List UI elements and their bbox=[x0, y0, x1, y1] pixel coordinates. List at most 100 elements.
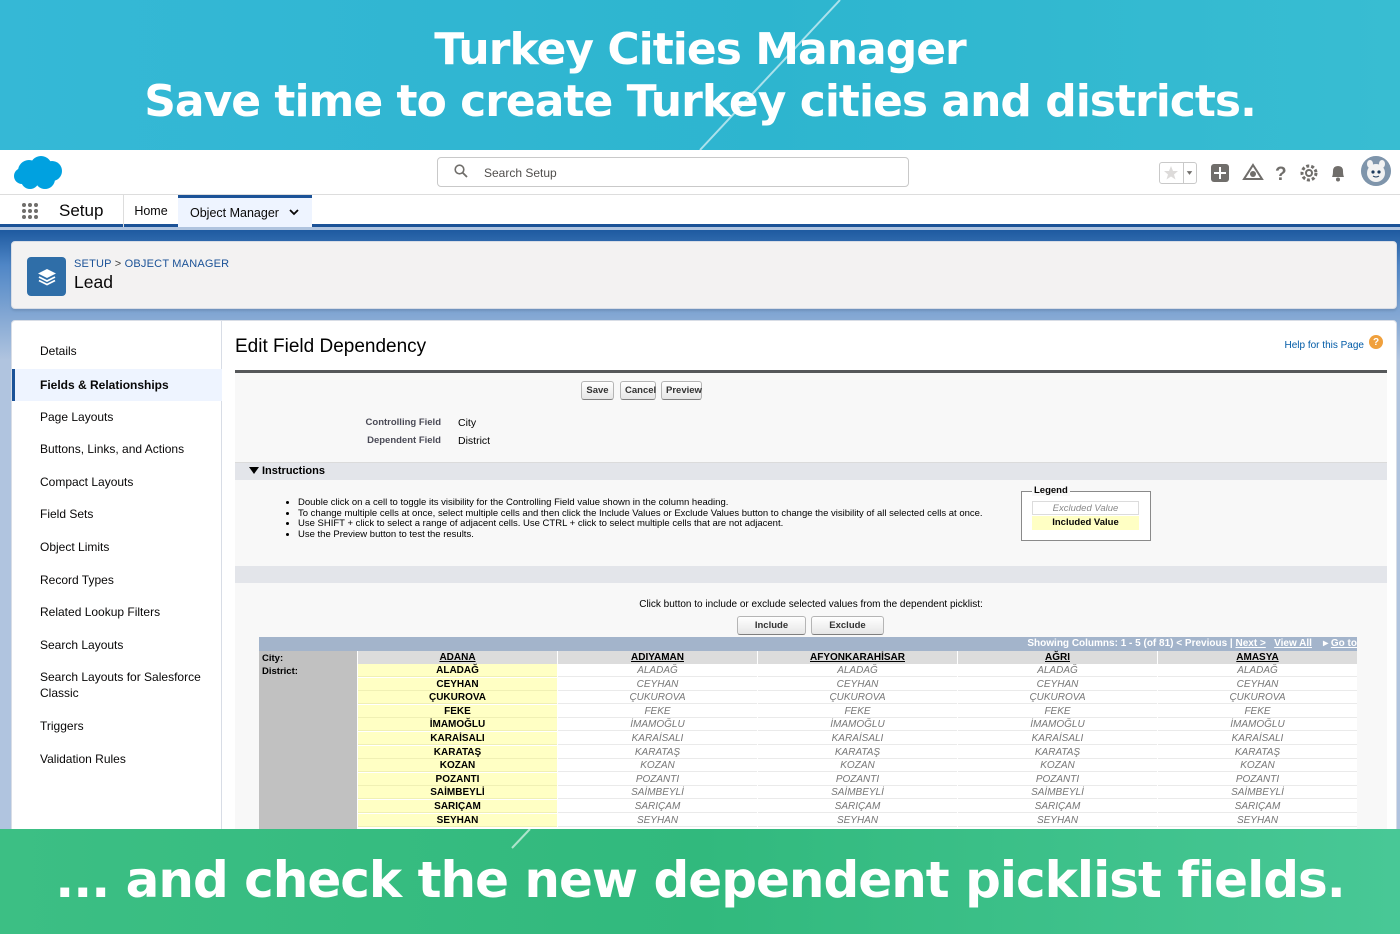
dependency-cell[interactable]: FEKE bbox=[358, 704, 557, 718]
dependency-cell[interactable]: ÇUKUROVA bbox=[558, 691, 757, 705]
pager-next[interactable]: Next > bbox=[1236, 638, 1266, 649]
dependency-cell[interactable]: SARIÇAM bbox=[358, 800, 557, 813]
tab-home[interactable]: Home bbox=[124, 195, 178, 227]
favorites-button[interactable] bbox=[1159, 162, 1197, 184]
dependency-cell[interactable]: CEYHAN bbox=[1158, 677, 1357, 691]
column-header-city[interactable]: ADIYAMAN bbox=[558, 651, 757, 664]
dependency-cell[interactable]: FEKE bbox=[758, 704, 957, 718]
dependency-cell[interactable]: KOZAN bbox=[558, 759, 757, 773]
preview-button[interactable]: Preview bbox=[661, 381, 702, 400]
sidebar-item-search-layouts[interactable]: Search Layouts bbox=[12, 637, 222, 653]
dependency-cell[interactable]: İMAMOĞLU bbox=[1158, 718, 1357, 732]
collapse-triangle-icon[interactable] bbox=[249, 467, 259, 474]
breadcrumb-object-manager[interactable]: OBJECT MANAGER bbox=[125, 258, 230, 270]
chevron-down-icon[interactable] bbox=[288, 206, 300, 218]
sidebar-item-field-sets[interactable]: Field Sets bbox=[12, 506, 222, 522]
dependency-cell[interactable]: SARIÇAM bbox=[758, 800, 957, 813]
dependency-cell[interactable]: SEYHAN bbox=[1158, 813, 1357, 827]
sidebar-item-search-layouts-classic[interactable]: Search Layouts for Salesforce Classic bbox=[12, 669, 202, 701]
dependency-cell[interactable]: KARATAŞ bbox=[958, 745, 1157, 759]
pager-go-to[interactable]: Go to bbox=[1331, 638, 1357, 649]
dependency-cell[interactable]: KARATAŞ bbox=[1158, 745, 1357, 759]
avatar[interactable] bbox=[1361, 156, 1391, 186]
search-input[interactable]: Search Setup bbox=[437, 157, 909, 187]
dependency-cell[interactable]: SAİMBEYLİ bbox=[758, 786, 957, 800]
dependency-cell[interactable]: SAİMBEYLİ bbox=[958, 786, 1157, 800]
dependency-cell[interactable]: KARAİSALI bbox=[1158, 732, 1357, 745]
column-header-city[interactable]: ADANA bbox=[358, 651, 557, 664]
dependency-cell[interactable]: SEYHAN bbox=[558, 813, 757, 827]
dependency-cell[interactable]: KARATAŞ bbox=[358, 745, 557, 759]
dependency-cell[interactable]: CEYHAN bbox=[958, 677, 1157, 691]
help-icon[interactable]: ? bbox=[1272, 162, 1288, 184]
sidebar-item-fields-relationships[interactable]: Fields & Relationships bbox=[12, 369, 222, 401]
sidebar-item-compact-layouts[interactable]: Compact Layouts bbox=[12, 474, 222, 490]
sidebar-item-page-layouts[interactable]: Page Layouts bbox=[12, 409, 222, 425]
sidebar-item-related-lookup-filters[interactable]: Related Lookup Filters bbox=[12, 604, 222, 620]
gear-icon[interactable] bbox=[1299, 163, 1319, 183]
add-icon[interactable] bbox=[1210, 163, 1230, 183]
dependency-cell[interactable]: POZANTI bbox=[558, 772, 757, 786]
dependency-cell[interactable]: İMAMOĞLU bbox=[358, 718, 557, 732]
trailhead-icon[interactable] bbox=[1242, 163, 1264, 183]
help-link[interactable]: Help for this Page bbox=[1285, 340, 1365, 351]
dependency-cell[interactable]: ALADAĞ bbox=[1158, 664, 1357, 677]
app-launcher-icon[interactable] bbox=[21, 202, 39, 220]
dependency-cell[interactable]: CEYHAN bbox=[758, 677, 957, 691]
salesforce-cloud-logo[interactable] bbox=[12, 154, 66, 192]
dependency-cell[interactable]: KARAİSALI bbox=[758, 732, 957, 745]
dependency-cell[interactable]: SAİMBEYLİ bbox=[358, 786, 557, 800]
dependency-cell[interactable]: ALADAĞ bbox=[358, 664, 557, 677]
pager-view-all[interactable]: View All bbox=[1274, 638, 1312, 649]
dependency-cell[interactable]: ÇUKUROVA bbox=[958, 691, 1157, 705]
cancel-button[interactable]: Cancel bbox=[620, 381, 656, 400]
dependency-cell[interactable]: CEYHAN bbox=[558, 677, 757, 691]
dependency-cell[interactable]: FEKE bbox=[1158, 704, 1357, 718]
dependency-cell[interactable]: KOZAN bbox=[758, 759, 957, 773]
dependency-cell[interactable]: ÇUKUROVA bbox=[358, 691, 557, 705]
dependency-cell[interactable]: KOZAN bbox=[958, 759, 1157, 773]
dependency-cell[interactable]: SAİMBEYLİ bbox=[558, 786, 757, 800]
include-values-button[interactable]: Include Values bbox=[737, 616, 806, 648]
dependency-cell[interactable]: KOZAN bbox=[1158, 759, 1357, 773]
dependency-cell[interactable]: ALADAĞ bbox=[758, 664, 957, 677]
dependency-cell[interactable]: KARAİSALI bbox=[558, 732, 757, 745]
help-circle-icon[interactable]: ? bbox=[1369, 335, 1383, 349]
dependency-cell[interactable]: POZANTI bbox=[1158, 772, 1357, 786]
dependency-cell[interactable]: SARIÇAM bbox=[958, 800, 1157, 813]
tab-object-manager[interactable]: Object Manager bbox=[178, 195, 312, 227]
dependency-cell[interactable]: SARIÇAM bbox=[558, 800, 757, 813]
dependency-cell[interactable]: POZANTI bbox=[758, 772, 957, 786]
dependency-cell[interactable]: İMAMOĞLU bbox=[558, 718, 757, 732]
column-header-city[interactable]: AMASYA bbox=[1158, 651, 1357, 664]
dependency-cell[interactable]: ÇUKUROVA bbox=[1158, 691, 1357, 705]
sidebar-item-object-limits[interactable]: Object Limits bbox=[12, 539, 222, 555]
sidebar-item-validation-rules[interactable]: Validation Rules bbox=[12, 751, 222, 767]
save-button[interactable]: Save bbox=[581, 381, 614, 400]
dependency-cell[interactable]: SEYHAN bbox=[758, 813, 957, 827]
sidebar-item-details[interactable]: Details bbox=[12, 343, 222, 359]
dependency-cell[interactable]: ÇUKUROVA bbox=[758, 691, 957, 705]
dependency-cell[interactable]: POZANTI bbox=[958, 772, 1157, 786]
dependency-cell[interactable]: KARATAŞ bbox=[558, 745, 757, 759]
column-header-city[interactable]: AFYONKARAHİSAR bbox=[758, 651, 957, 664]
dependency-cell[interactable]: SEYHAN bbox=[358, 813, 557, 827]
sidebar-item-triggers[interactable]: Triggers bbox=[12, 718, 222, 734]
dependency-cell[interactable]: SARIÇAM bbox=[1158, 800, 1357, 813]
dependency-cell[interactable]: KARATAŞ bbox=[758, 745, 957, 759]
dependency-cell[interactable]: İMAMOĞLU bbox=[758, 718, 957, 732]
dependency-cell[interactable]: İMAMOĞLU bbox=[958, 718, 1157, 732]
dependency-cell[interactable]: KOZAN bbox=[358, 759, 557, 773]
dependency-cell[interactable]: CEYHAN bbox=[358, 677, 557, 691]
breadcrumb-setup[interactable]: SETUP bbox=[74, 258, 111, 270]
column-header-city[interactable]: AĞRI bbox=[958, 651, 1157, 664]
dependency-cell[interactable]: KARAİSALI bbox=[358, 732, 557, 745]
pager-previous[interactable]: < Previous bbox=[1176, 638, 1227, 649]
dependency-cell[interactable]: FEKE bbox=[558, 704, 757, 718]
notification-bell-icon[interactable] bbox=[1328, 163, 1348, 183]
sidebar-item-buttons-links-actions[interactable]: Buttons, Links, and Actions bbox=[12, 441, 222, 457]
instructions-header[interactable]: Instructions bbox=[235, 462, 1387, 480]
dependency-cell[interactable]: FEKE bbox=[958, 704, 1157, 718]
dependency-cell[interactable]: SAİMBEYLİ bbox=[1158, 786, 1357, 800]
exclude-values-button[interactable]: Exclude Values bbox=[811, 616, 884, 648]
